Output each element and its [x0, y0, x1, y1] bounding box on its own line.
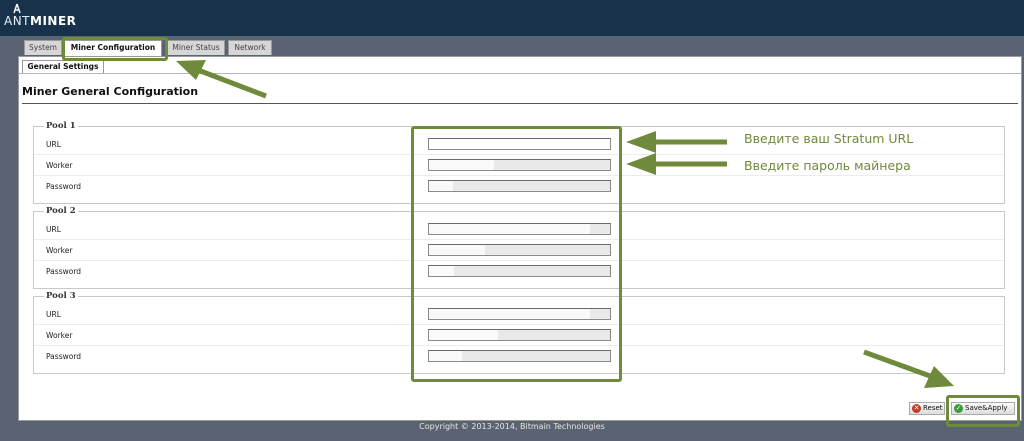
logo-suffix: MINER: [30, 14, 77, 28]
pool-2-worker-label: Worker: [46, 246, 73, 255]
subtab-divider: [19, 73, 1021, 74]
pool-3-worker-label: Worker: [46, 331, 73, 340]
pool-inputs-highlight: [411, 126, 622, 382]
stratum-url-note: Введите ваш Stratum URL: [744, 131, 914, 146]
subtab-general-settings[interactable]: General Settings: [22, 60, 104, 74]
pool-1-password-label: Password: [46, 182, 82, 191]
pool-1-url-label: URL: [46, 140, 61, 149]
miner-password-note: Введите пароль майнера: [744, 158, 911, 173]
pool-2-password-label: Password: [46, 267, 82, 276]
pool-1-worker-label: Worker: [46, 161, 73, 170]
page-title: Miner General Configuration: [22, 85, 199, 98]
tab-network[interactable]: Network: [228, 40, 272, 55]
antminer-logo: ANTMINER: [4, 14, 76, 28]
tab-system[interactable]: System: [24, 40, 62, 55]
pool-3-legend: Pool 3: [44, 291, 78, 301]
pool-1-legend: Pool 1: [44, 121, 78, 131]
pool-3-password-label: Password: [46, 352, 82, 361]
logo-prefix: ANT: [4, 14, 31, 28]
save-apply-highlight: [946, 395, 1020, 427]
miner-config-tab-highlight: [62, 37, 168, 61]
title-divider: [22, 103, 1018, 104]
reset-icon: ✕: [912, 404, 921, 413]
pool-2-legend: Pool 2: [44, 206, 78, 216]
tab-miner-status[interactable]: Miner Status: [167, 40, 225, 55]
pool-3-url-label: URL: [46, 310, 61, 319]
pool-2-url-label: URL: [46, 225, 61, 234]
reset-button[interactable]: ✕ Reset: [909, 402, 945, 415]
reset-button-label: Reset: [923, 404, 943, 412]
top-header: ANTMINER: [0, 0, 1024, 36]
footer-copyright: Copyright © 2013-2014, Bitmain Technolog…: [419, 422, 605, 431]
